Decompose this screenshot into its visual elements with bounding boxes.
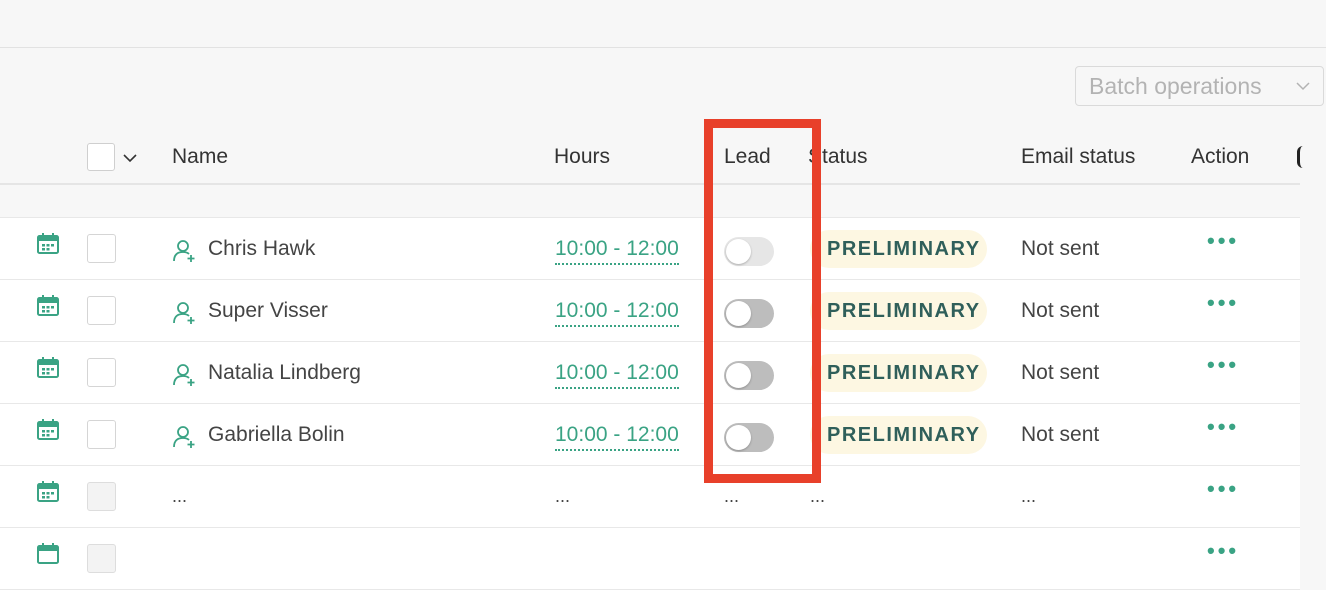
more-actions-icon[interactable]: ••• <box>1207 538 1239 564</box>
status-badge: PRELIMINARY <box>810 354 987 392</box>
header-lead[interactable]: Lead <box>724 145 771 169</box>
person-add-icon <box>173 364 195 386</box>
person-name: Gabriella Bolin <box>208 423 345 446</box>
email-status: Not sent <box>1021 361 1100 384</box>
email-status: Not sent <box>1021 423 1100 446</box>
calendar-icon[interactable] <box>37 419 59 441</box>
table-header: Name Hours Lead Status Email status Acti… <box>0 130 1300 185</box>
placeholder-status: ... <box>810 486 826 506</box>
chevron-down-icon <box>1296 82 1310 91</box>
placeholder-email-status: ... <box>1021 486 1037 506</box>
more-actions-icon[interactable]: ••• <box>1207 476 1239 502</box>
assignments-table: Name Hours Lead Status Email status Acti… <box>0 130 1300 590</box>
toggle-knob <box>726 301 751 326</box>
status-badge: PRELIMINARY <box>810 416 987 454</box>
more-actions-icon[interactable]: ••• <box>1207 414 1239 440</box>
calendar-icon[interactable] <box>37 295 59 317</box>
lead-toggle[interactable] <box>724 299 774 328</box>
header-action: Action <box>1191 145 1250 168</box>
header-name[interactable]: Name <box>172 145 228 169</box>
scroll-indicator <box>1297 146 1303 168</box>
hours-link[interactable]: 10:00 - 12:00 <box>555 423 679 451</box>
more-actions-icon[interactable]: ••• <box>1207 228 1239 254</box>
calendar-icon[interactable] <box>37 543 59 565</box>
row-checkbox[interactable] <box>87 420 116 449</box>
person-add-icon <box>173 426 195 448</box>
row-checkbox[interactable] <box>87 482 116 511</box>
toggle-knob <box>726 363 751 388</box>
more-actions-icon[interactable]: ••• <box>1207 352 1239 378</box>
header-hours[interactable]: Hours <box>554 145 610 169</box>
person-name: Super Visser <box>208 299 328 322</box>
status-badge: PRELIMINARY <box>810 292 987 330</box>
lead-toggle[interactable] <box>724 237 774 266</box>
row-checkbox[interactable] <box>87 296 116 325</box>
top-bar <box>0 0 1326 48</box>
more-actions-icon[interactable]: ••• <box>1207 290 1239 316</box>
lead-toggle[interactable] <box>724 361 774 390</box>
header-status[interactable]: Status <box>808 145 868 169</box>
calendar-icon[interactable] <box>37 481 59 503</box>
hours-link[interactable]: 10:00 - 12:00 <box>555 237 679 265</box>
toggle-knob <box>726 239 751 264</box>
row-checkbox[interactable] <box>87 358 116 387</box>
table-row[interactable]: Gabriella Bolin 10:00 - 12:00 PRELIMINAR… <box>0 404 1300 466</box>
email-status: Not sent <box>1021 299 1100 322</box>
lead-toggle[interactable] <box>724 423 774 452</box>
row-checkbox[interactable] <box>87 234 116 263</box>
placeholder-lead: ... <box>724 486 740 506</box>
toggle-knob <box>726 425 751 450</box>
table-subheader <box>0 185 1300 218</box>
placeholder-name: ... <box>172 486 188 506</box>
table-row[interactable]: Super Visser 10:00 - 12:00 PRELIMINARY N… <box>0 280 1300 342</box>
person-add-icon <box>173 240 195 262</box>
table-row[interactable]: ••• <box>0 528 1300 590</box>
person-name: Natalia Lindberg <box>208 361 361 384</box>
email-status: Not sent <box>1021 237 1100 260</box>
chevron-down-icon[interactable] <box>122 150 138 166</box>
status-badge: PRELIMINARY <box>810 230 987 268</box>
hours-link[interactable]: 10:00 - 12:00 <box>555 299 679 327</box>
hours-link[interactable]: 10:00 - 12:00 <box>555 361 679 389</box>
row-checkbox[interactable] <box>87 544 116 573</box>
calendar-icon[interactable] <box>37 357 59 379</box>
header-email-status[interactable]: Email status <box>1021 145 1135 169</box>
batch-operations-label: Batch operations <box>1089 72 1262 99</box>
table-row[interactable]: ... ... ... ... ... ••• <box>0 466 1300 528</box>
table-row[interactable]: Chris Hawk 10:00 - 12:00 PRELIMINARY Not… <box>0 218 1300 280</box>
placeholder-hours: ... <box>555 486 571 506</box>
table-row[interactable]: Natalia Lindberg 10:00 - 12:00 PRELIMINA… <box>0 342 1300 404</box>
batch-operations-dropdown[interactable]: Batch operations <box>1075 66 1324 106</box>
person-add-icon <box>173 302 195 324</box>
select-all-checkbox[interactable] <box>87 143 115 171</box>
person-name: Chris Hawk <box>208 237 316 260</box>
calendar-icon[interactable] <box>37 233 59 255</box>
